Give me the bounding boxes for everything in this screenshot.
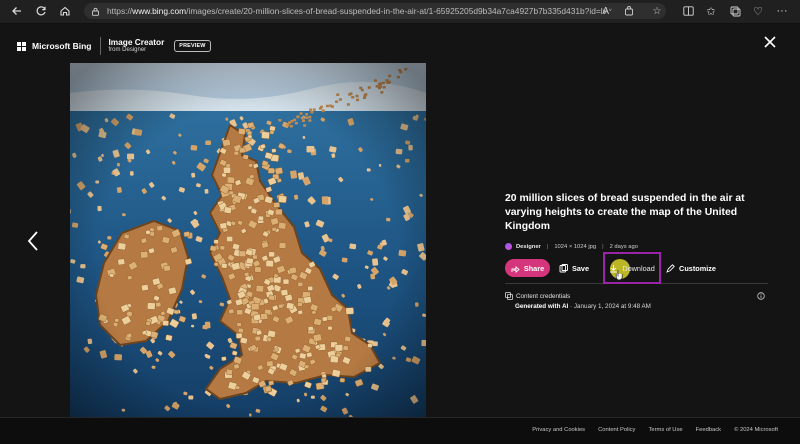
- header-divider: [99, 37, 101, 55]
- refresh-icon[interactable]: [32, 3, 50, 19]
- credentials-icon: [505, 292, 513, 300]
- brand-name[interactable]: Microsoft Bing: [32, 41, 92, 51]
- terms-link[interactable]: Terms of Use: [648, 427, 682, 433]
- generated-with-ai: Generated with AI: [515, 303, 569, 310]
- product-subtitle: from Designer: [108, 47, 147, 54]
- image-age: 2 days ago: [609, 243, 638, 250]
- generated-image[interactable]: [70, 63, 426, 417]
- favorite-star-icon[interactable]: ☆: [650, 5, 664, 17]
- header: Microsoft Bing Image Creator from Design…: [17, 37, 211, 55]
- browser-toolbar: https://www.bing.com/images/create/20-mi…: [0, 0, 800, 24]
- source-label: Designer: [516, 243, 541, 250]
- meta-separator: |: [546, 243, 549, 250]
- close-icon[interactable]: [761, 33, 779, 51]
- product-title[interactable]: Image Creator from Designer: [108, 36, 165, 54]
- image-viewer-modal: Microsoft Bing Image Creator from Design…: [0, 24, 800, 444]
- meta-separator: |: [602, 243, 604, 250]
- info-icon[interactable]: [757, 292, 765, 302]
- microsoft-logo-icon: [17, 41, 26, 51]
- share-label: Share: [523, 263, 545, 273]
- content-policy-link[interactable]: Content Policy: [598, 427, 635, 433]
- bag-icon[interactable]: [622, 5, 636, 17]
- url-path: /images/create/20-million-slices-of-brea…: [186, 6, 607, 16]
- credentials-label: Content credentials: [516, 292, 571, 300]
- previous-image-arrow-icon[interactable]: [25, 229, 41, 253]
- image-details-panel: 20 million slices of bread suspended in …: [505, 192, 768, 310]
- action-bar: Share Save Download Customize: [505, 252, 765, 284]
- footer-links: Privacy and Cookies Content Policy Terms…: [532, 427, 778, 433]
- generated-date: · January 1, 2024 at 9:48 AM: [568, 303, 651, 310]
- home-icon[interactable]: [56, 3, 74, 19]
- collections-icon[interactable]: [727, 3, 743, 19]
- download-button[interactable]: Download: [603, 252, 662, 284]
- share-icon: [511, 265, 520, 273]
- favorites-icon[interactable]: ✩: [703, 3, 719, 19]
- address-bar[interactable]: https://www.bing.com/images/create/20-mi…: [84, 3, 666, 19]
- address-url[interactable]: https://www.bing.com/images/create/20-mi…: [107, 6, 607, 16]
- more-options-icon[interactable]: ···: [774, 3, 790, 19]
- save-button[interactable]: Save: [559, 264, 589, 273]
- copyright-text: © 2024 Microsoft: [734, 427, 778, 433]
- back-icon[interactable]: [8, 3, 26, 19]
- customize-icon: [666, 263, 675, 273]
- split-screen-icon[interactable]: [680, 3, 696, 19]
- designer-icon: [505, 243, 512, 250]
- content-credentials: Content credentials: [505, 292, 765, 300]
- url-host: www.bing.com: [132, 6, 187, 16]
- share-button[interactable]: Share: [505, 259, 550, 277]
- image-title: 20 million slices of bread suspended in …: [505, 193, 745, 232]
- privacy-link[interactable]: Privacy and Cookies: [532, 427, 585, 433]
- lock-icon: [91, 7, 101, 16]
- browser-essentials-icon[interactable]: ♡: [750, 3, 766, 19]
- feedback-link[interactable]: Feedback: [696, 427, 721, 433]
- preview-badge: PREVIEW: [174, 40, 211, 52]
- footer: Privacy and Cookies Content Policy Terms…: [0, 417, 800, 444]
- image-dimensions: 1024 × 1024 jpg: [554, 243, 597, 250]
- mouse-pointer-icon: [615, 270, 623, 281]
- save-icon: [559, 263, 568, 272]
- image-meta: Designer | 1024 × 1024 jpg | 2 days ago: [505, 243, 765, 250]
- save-label: Save: [572, 263, 590, 273]
- download-label: Download: [622, 263, 655, 273]
- customize-label: Customize: [679, 263, 716, 273]
- read-aloud-icon[interactable]: Aⱽ: [600, 5, 614, 17]
- generated-info: Generated with AI · January 1, 2024 at 9…: [515, 303, 765, 310]
- url-scheme: https://: [107, 6, 133, 16]
- product-title-text: Image Creator: [108, 36, 165, 47]
- customize-button[interactable]: Customize: [666, 264, 716, 273]
